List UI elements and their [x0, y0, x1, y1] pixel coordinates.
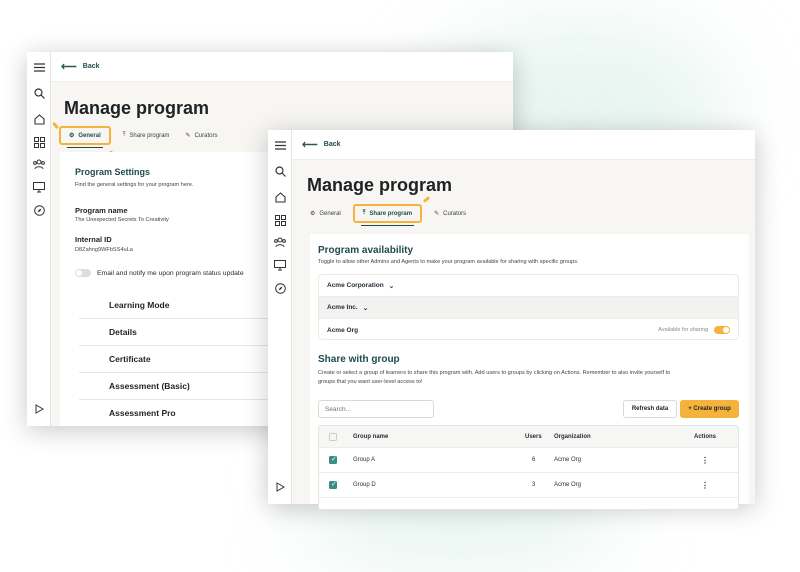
- menu-icon[interactable]: [32, 60, 46, 74]
- home-icon[interactable]: [32, 112, 46, 126]
- grid-icon[interactable]: [273, 213, 287, 227]
- back-link[interactable]: Back: [83, 63, 100, 70]
- sharing-toggle[interactable]: [714, 326, 730, 334]
- compass-icon[interactable]: [32, 203, 46, 217]
- active-tab-underline: [360, 224, 415, 226]
- table-row[interactable]: Group D 3 Acme Org ⋮: [319, 473, 738, 498]
- share-desc: Create or select a group of learners to …: [318, 370, 671, 385]
- org-row-acme-corporation[interactable]: Acme Corporation ⌄: [319, 275, 738, 297]
- top-bar: ⟵ Back: [292, 130, 755, 160]
- monitor-icon[interactable]: [273, 258, 287, 272]
- home-icon[interactable]: [273, 190, 287, 204]
- tab-bar: ⚙ General ⤒ Share program ✎ Curators: [59, 126, 225, 148]
- more-vertical-icon[interactable]: ⋮: [701, 481, 709, 490]
- tab-curators[interactable]: ✎ Curators: [426, 206, 474, 221]
- users-icon[interactable]: [32, 157, 46, 171]
- org-list: Acme Corporation ⌄ Acme Inc. ⌄ Acme Org Av…: [318, 274, 739, 340]
- monitor-icon[interactable]: [32, 180, 46, 194]
- sidebar-rail: [27, 52, 51, 426]
- org-row-acme-inc[interactable]: Acme Inc. ⌄: [319, 297, 738, 319]
- chevron-down-icon: ⌄: [388, 282, 395, 290]
- section-desc: Find the general settings for your progr…: [75, 182, 194, 188]
- upload-icon: ⤒: [122, 132, 126, 138]
- search-icon[interactable]: [32, 86, 46, 100]
- availability-desc: Toggle to allow other Admins and Agents …: [318, 259, 579, 265]
- search-input[interactable]: [318, 400, 434, 418]
- grid-icon[interactable]: [32, 135, 46, 149]
- highlight-spark: [422, 196, 431, 203]
- section-title: Program Settings: [75, 167, 151, 177]
- menu-icon[interactable]: [273, 138, 287, 152]
- gear-icon: ⚙: [310, 211, 316, 217]
- top-bar: ⟵ Back: [51, 52, 513, 82]
- upload-icon: ⤒: [362, 210, 366, 216]
- active-tab-underline: [67, 146, 103, 148]
- gear-icon: ⚙: [69, 133, 75, 139]
- internal-id-label: Internal ID: [75, 235, 112, 244]
- pencil-icon: ✎: [185, 133, 191, 139]
- arrow-left-icon[interactable]: ⟵: [61, 60, 77, 73]
- more-vertical-icon[interactable]: ⋮: [701, 456, 709, 465]
- page-title: Manage program: [307, 175, 453, 195]
- select-all-checkbox[interactable]: [329, 432, 337, 441]
- users-icon[interactable]: [273, 235, 287, 249]
- expand-icon[interactable]: [32, 402, 46, 416]
- arrow-left-icon[interactable]: ⟵: [302, 138, 318, 151]
- expand-icon[interactable]: [273, 480, 287, 494]
- sidebar-rail: [268, 130, 292, 504]
- refresh-data-button[interactable]: Refresh data: [623, 400, 677, 418]
- internal-id-value: D8Zahng9WFbSS4uLa: [75, 247, 133, 253]
- tab-general[interactable]: ⚙ General: [59, 126, 111, 148]
- groups-table: Group name Users Organization Actions Gr…: [318, 425, 739, 510]
- program-name-value: The Unexpected Secrets To Creativity: [75, 217, 169, 223]
- table-header: Group name Users Organization Actions: [319, 426, 738, 448]
- tab-curators[interactable]: ✎ Curators: [177, 128, 225, 143]
- page-title: Manage program: [64, 98, 210, 118]
- highlight-spark: [52, 121, 59, 130]
- sharing-status: Available for sharing: [658, 327, 708, 333]
- create-group-button[interactable]: + Create group: [680, 400, 739, 418]
- availability-title: Program availability: [318, 245, 414, 256]
- row-checkbox[interactable]: [329, 455, 337, 464]
- pencil-icon: ✎: [434, 211, 440, 217]
- compass-icon[interactable]: [273, 281, 287, 295]
- table-row[interactable]: Group A 6 Acme Org ⋮: [319, 448, 738, 473]
- tab-share-program[interactable]: ⤒ Share program: [352, 204, 423, 226]
- search-icon[interactable]: [273, 164, 287, 178]
- tab-bar: ⚙ General ⤒ Share program ✎ Curators: [302, 204, 474, 226]
- org-row-acme-org: Acme Org Available for sharing: [319, 319, 738, 341]
- tab-general[interactable]: ⚙ General: [302, 206, 349, 221]
- notify-toggle[interactable]: [75, 269, 91, 277]
- chevron-down-icon: ⌄: [362, 304, 369, 312]
- row-checkbox[interactable]: [329, 480, 337, 489]
- share-title: Share with group: [318, 354, 400, 365]
- tab-share-program[interactable]: ⤒ Share program: [115, 128, 178, 143]
- program-name-label: Program name: [75, 206, 128, 215]
- notify-label: Email and notify me upon program status …: [97, 269, 244, 277]
- back-link[interactable]: Back: [324, 141, 341, 148]
